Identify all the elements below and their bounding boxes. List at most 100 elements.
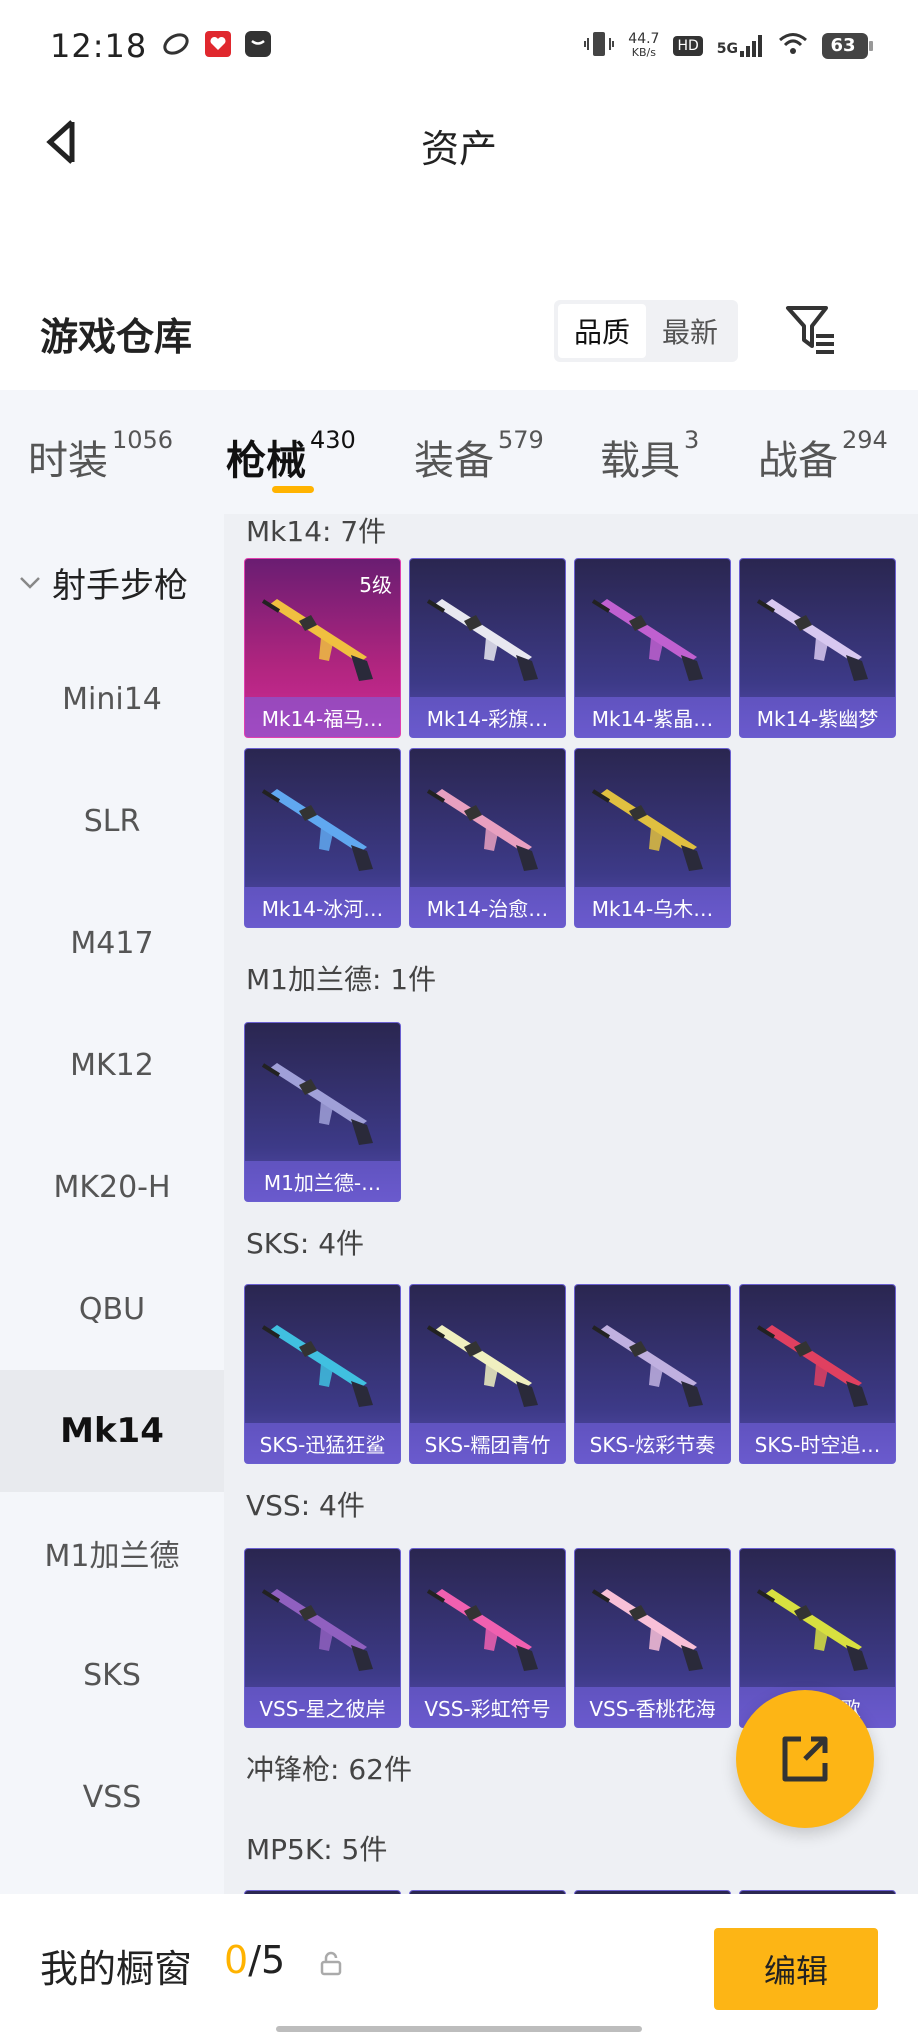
status-bar: 12:18 44.7 KB/s HD 5G 63 — [0, 0, 918, 92]
weapon-card[interactable]: Mk14-治愈… — [409, 748, 566, 928]
tab-count: 294 — [842, 426, 888, 454]
weapon-skin-icon — [261, 1063, 373, 1145]
tab-label: 战备 — [758, 438, 838, 484]
chevron-down-icon — [20, 576, 40, 589]
home-indicator[interactable] — [276, 2026, 642, 2032]
weapon-skin-icon — [591, 789, 703, 871]
filter-button[interactable] — [782, 300, 842, 360]
weapon-skin-icon — [426, 1589, 538, 1671]
weapon-card[interactable]: M1加兰德-… — [244, 1022, 401, 1202]
weapon-sidebar: 射手步枪 Mini14 SLR M417 MK12 MK20-H QBU Mk1… — [0, 514, 224, 1894]
page-title: 资产 — [420, 127, 497, 171]
filter-icon — [786, 306, 834, 354]
sidebar-item-m417[interactable]: M417 — [0, 882, 224, 1004]
weapon-skin-icon — [426, 789, 538, 871]
lock-icon — [318, 1950, 344, 1976]
warehouse-title: 游戏仓库 — [40, 315, 193, 359]
sidebar-item-m1-garand[interactable]: M1加兰德 — [0, 1492, 224, 1614]
vibrate-icon — [584, 30, 615, 63]
weapon-card[interactable]: 5级 Mk14-福马… — [244, 558, 401, 738]
weapon-card-name: VSS-香桃花海 — [575, 1687, 730, 1727]
weapon-grid: Mk14: 7件 5级 Mk14-福马… Mk14-彩旗… Mk14-紫晶… Mk14-… — [224, 514, 918, 1894]
weapon-card[interactable]: VSS-星之彼岸 — [244, 1548, 401, 1728]
weapon-card[interactable]: SKS-糯团青竹 — [409, 1284, 566, 1464]
signal-label: 5G — [716, 41, 738, 57]
red-app-icon — [205, 31, 232, 61]
weapon-card[interactable]: Mk14-冰河… — [244, 748, 401, 928]
status-time: 12:18 — [50, 27, 148, 65]
weapon-card-name: SKS-时空追… — [740, 1423, 895, 1463]
weapon-card[interactable]: SKS-炫彩节奏 — [574, 1284, 731, 1464]
sidebar-category[interactable]: 射手步枪 — [18, 558, 188, 607]
sidebar-item-qbu[interactable]: QBU — [0, 1248, 224, 1370]
weapon-card-name: Mk14-彩旗… — [410, 697, 565, 737]
weapon-card[interactable]: VSS-彩虹符号 — [409, 1548, 566, 1728]
weapon-skin-icon — [426, 1325, 538, 1407]
tab-vehicles[interactable]: 载具 3 — [600, 426, 700, 486]
net-speed-value: 44.7 — [628, 31, 660, 47]
tab-fashion[interactable]: 时装 1056 — [28, 426, 174, 486]
weapon-skin-icon — [591, 1589, 703, 1671]
edit-button[interactable]: 编辑 — [714, 1928, 878, 2010]
sidebar-item-vss[interactable]: VSS — [0, 1736, 224, 1858]
net-speed-unit: KB/s — [631, 46, 656, 59]
sidebar-item-mk14[interactable]: Mk14 — [0, 1370, 224, 1492]
tab-equipment[interactable]: 装备 579 — [414, 426, 544, 486]
app-header: 资产 — [0, 92, 918, 192]
weapon-card[interactable]: SKS-迅猛狂鲨 — [244, 1284, 401, 1464]
weapon-card[interactable]: VSS-香桃花海 — [574, 1548, 731, 1728]
section-title-sks: SKS: 4件 — [246, 1227, 365, 1260]
battery-icon: 63 — [822, 33, 873, 59]
tab-label: 时装 — [28, 438, 108, 484]
sidebar-item-slr[interactable]: SLR — [0, 760, 224, 882]
tab-guns[interactable]: 枪械 430 — [226, 426, 356, 486]
weapon-skin-icon — [756, 1589, 868, 1671]
active-tab-indicator — [272, 486, 314, 493]
sidebar-item-mini14[interactable]: Mini14 — [0, 638, 224, 760]
weapon-skin-icon — [591, 1325, 703, 1407]
showcase-label: 我的橱窗 — [40, 1947, 193, 1991]
weapon-card-name: VSS-星之彼岸 — [245, 1687, 400, 1727]
share-button[interactable] — [736, 1690, 874, 1828]
tab-count: 3 — [684, 426, 700, 454]
tab-label: 载具 — [600, 438, 680, 484]
hd-badge: HD — [673, 36, 703, 56]
showcase-total: /5 — [248, 1938, 286, 1982]
sidebar-item-sks[interactable]: SKS — [0, 1614, 224, 1736]
tab-combat-gear[interactable]: 战备 294 — [758, 426, 888, 486]
external-link-icon — [782, 1736, 828, 1782]
weapon-skin-icon — [261, 789, 373, 871]
weapon-skin-icon — [261, 1325, 373, 1407]
weapon-skin-icon — [261, 1589, 373, 1671]
sidebar-category-label: 射手步枪 — [52, 566, 188, 606]
sort-newest-button[interactable]: 最新 — [646, 304, 734, 358]
weapon-card[interactable]: Mk14-紫晶… — [574, 558, 731, 738]
sort-quality-button[interactable]: 品质 — [558, 304, 646, 358]
weapon-card[interactable]: SKS-时空追… — [739, 1284, 896, 1464]
sidebar-item-mk12[interactable]: MK12 — [0, 1004, 224, 1126]
weapon-card-name: VSS-彩虹符号 — [410, 1687, 565, 1727]
weapon-card[interactable]: Mk14-彩旗… — [409, 558, 566, 738]
sidebar-item-mk20h[interactable]: MK20-H — [0, 1126, 224, 1248]
tab-count: 1056 — [112, 426, 174, 454]
message-app-icon — [245, 31, 272, 61]
weapon-card-name: SKS-糯团青竹 — [410, 1423, 565, 1463]
tab-count: 430 — [310, 426, 356, 454]
battery-level: 63 — [830, 35, 856, 56]
weapon-card-name: Mk14-福马… — [245, 697, 400, 737]
tab-count: 579 — [498, 426, 544, 454]
weapon-card[interactable]: Mk14-紫幽梦 — [739, 558, 896, 738]
weapon-card-name: Mk14-乌木… — [575, 887, 730, 927]
showcase-count: 0/5 — [224, 1938, 285, 1982]
weapon-skin-icon — [426, 599, 538, 681]
section-title-mk14: Mk14: 7件 — [246, 515, 387, 548]
showcase-used: 0 — [224, 1938, 249, 1982]
weapon-skin-icon — [756, 1325, 868, 1407]
section-title-m1-garand: M1加兰德: 1件 — [246, 963, 437, 996]
sort-toggle: 品质 最新 — [554, 300, 738, 362]
weapon-card-name: Mk14-紫晶… — [575, 697, 730, 737]
weapon-card[interactable]: Mk14-乌木… — [574, 748, 731, 928]
app-notification-icon — [161, 31, 191, 61]
weapon-card-name: SKS-炫彩节奏 — [575, 1423, 730, 1463]
category-tabs: 时装 1056 枪械 430 装备 579 载具 3 战备 294 — [0, 390, 918, 514]
